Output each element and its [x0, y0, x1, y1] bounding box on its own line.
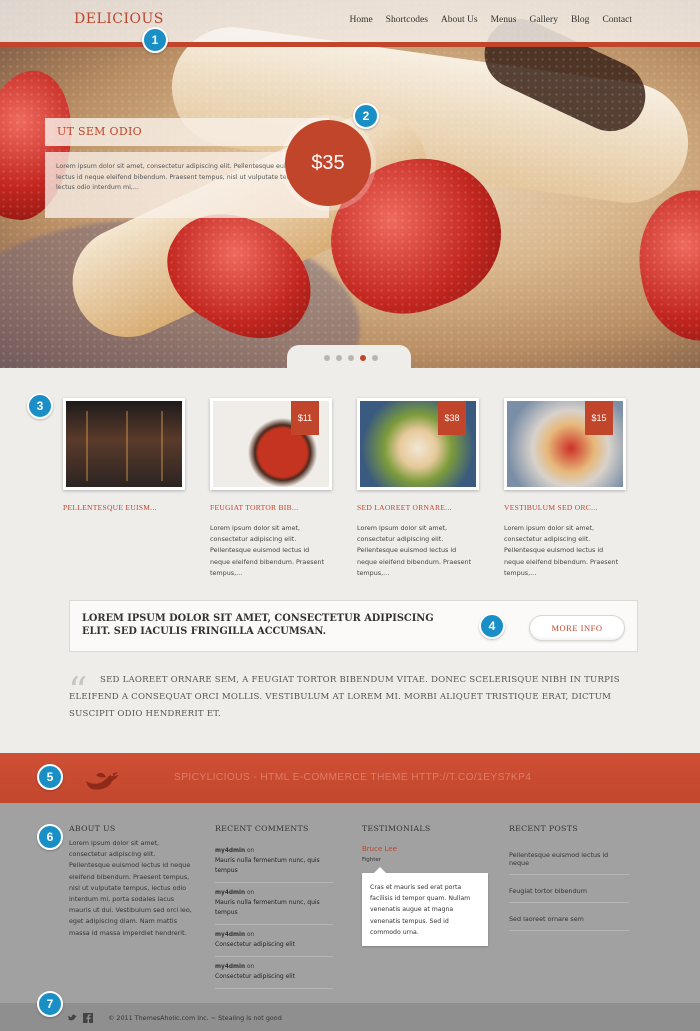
- image-detail: [161, 411, 163, 481]
- comment-item[interactable]: my4dmin on Consectetur adipiscing elit: [215, 925, 333, 957]
- image-detail: [86, 411, 88, 481]
- product-image[interactable]: [63, 398, 185, 490]
- comment-author: my4dmin on: [215, 848, 255, 854]
- twitter-icon[interactable]: [67, 1013, 77, 1023]
- comment-author: my4dmin on: [215, 964, 255, 970]
- quote-text: SED LAOREET ORNARE SEM, A FEUGIAT TORTOR…: [69, 675, 620, 719]
- product-grid: PELLENTESQUE EUISM... $11 FEUGIAT TORTOR…: [63, 398, 626, 579]
- comment-item[interactable]: my4dmin on Consectetur adipiscing elit: [215, 957, 333, 989]
- footer-testimonials: TESTIMONIALS Bruce Lee Fighter Cras et m…: [362, 824, 488, 947]
- marker-badge: 2: [353, 103, 379, 129]
- nav-home[interactable]: Home: [349, 15, 372, 25]
- marker-badge: 1: [142, 27, 168, 53]
- slider-dot[interactable]: [324, 355, 330, 361]
- cta-text: LOREM IPSUM DOLOR SIT AMET, CONSECTETUR …: [82, 613, 434, 637]
- testimonial-role: Fighter: [362, 857, 382, 863]
- header-divider: [0, 42, 700, 47]
- price-tag: $11: [291, 401, 319, 435]
- marker-badge: 7: [37, 991, 63, 1017]
- slider-pager: [324, 355, 378, 361]
- twitter-bar: SPICYLICIOUS - HTML E-COMMERCE THEME HTT…: [0, 753, 700, 803]
- comment-text[interactable]: Consectetur adipiscing elit: [215, 972, 333, 982]
- bottom-bar: [0, 1003, 700, 1031]
- product-description: Lorem ipsum dolor sit amet, consectetur …: [357, 524, 472, 577]
- product-image[interactable]: $15: [504, 398, 626, 490]
- slider-dot[interactable]: [348, 355, 354, 361]
- testimonial-author: Bruce Lee: [362, 845, 397, 853]
- testimonial-text: Cras et mauris sed erat porta facilisis …: [362, 866, 488, 947]
- latest-tweet[interactable]: SPICYLICIOUS - HTML E-COMMERCE THEME HTT…: [174, 772, 531, 783]
- slider-title[interactable]: UT SEM ODIO: [45, 118, 329, 146]
- comment-author: my4dmin on: [215, 890, 255, 896]
- comment-author: my4dmin on: [215, 932, 255, 938]
- footer-recent-comments: RECENT COMMENTS my4dmin on Mauris nulla …: [215, 824, 333, 989]
- copyright: © 2011 ThemesAholic.com Inc. ~ Stealing …: [108, 1014, 282, 1022]
- comment-item[interactable]: my4dmin on Mauris nulla fermentum nunc, …: [215, 883, 333, 925]
- comment-item[interactable]: my4dmin on Mauris nulla fermentum nunc, …: [215, 841, 333, 883]
- nav-shortcodes[interactable]: Shortcodes: [386, 15, 428, 25]
- product-card: $15 VESTIBULUM SED ORC... Lorem ipsum do…: [504, 398, 626, 579]
- slider-price-badge: $35: [285, 120, 371, 206]
- marker-badge: 6: [37, 824, 63, 850]
- product-image[interactable]: $38: [357, 398, 479, 490]
- more-info-button[interactable]: MORE INFO: [529, 615, 625, 641]
- image-detail: [126, 411, 128, 481]
- footer-recent-posts: RECENT POSTS Pellentesque euismod lectus…: [509, 824, 629, 931]
- footer-heading: TESTIMONIALS: [362, 824, 431, 833]
- main-nav: Home Shortcodes About Us Menus Gallery B…: [349, 15, 632, 25]
- nav-blog[interactable]: Blog: [571, 15, 589, 25]
- site-header: DELICIOUS Home Shortcodes About Us Menus…: [0, 0, 700, 42]
- nav-gallery[interactable]: Gallery: [529, 15, 558, 25]
- product-description: Lorem ipsum dolor sit amet, consectetur …: [210, 524, 325, 577]
- facebook-icon[interactable]: [83, 1013, 93, 1023]
- product-title[interactable]: VESTIBULUM SED ORC...: [504, 503, 624, 515]
- page: DELICIOUS Home Shortcodes About Us Menus…: [0, 0, 700, 1031]
- price-tag: $38: [438, 401, 466, 435]
- recent-post-link[interactable]: Feugiat tortor bibendum: [509, 881, 629, 903]
- slider-dot[interactable]: [336, 355, 342, 361]
- recent-post-link[interactable]: Pellentesque euismod lectus id neque: [509, 845, 629, 875]
- comment-text[interactable]: Mauris nulla fermentum nunc, quis tempus: [215, 898, 333, 918]
- about-text: Lorem ipsum dolor sit amet, consectetur …: [69, 839, 192, 937]
- product-card: PELLENTESQUE EUISM...: [63, 398, 185, 579]
- call-to-action: LOREM IPSUM DOLOR SIT AMET, CONSECTETUR …: [69, 600, 638, 652]
- footer-heading: RECENT POSTS: [509, 824, 578, 833]
- nav-contact[interactable]: Contact: [602, 15, 632, 25]
- price-tag: $15: [585, 401, 613, 435]
- slider-dot[interactable]: [372, 355, 378, 361]
- product-image[interactable]: $11: [210, 398, 332, 490]
- product-card: $11 FEUGIAT TORTOR BIB... Lorem ipsum do…: [210, 398, 332, 579]
- product-title[interactable]: SED LAOREET ORNARE...: [357, 503, 477, 515]
- footer-heading: RECENT COMMENTS: [215, 824, 309, 833]
- nav-about-us[interactable]: About Us: [441, 15, 478, 25]
- comment-text[interactable]: Consectetur adipiscing elit: [215, 940, 333, 950]
- product-title[interactable]: FEUGIAT TORTOR BIB...: [210, 503, 330, 515]
- comment-text[interactable]: Mauris nulla fermentum nunc, quis tempus: [215, 856, 333, 876]
- recent-post-link[interactable]: Sed laoreet ornare sem: [509, 909, 629, 931]
- product-title[interactable]: PELLENTESQUE EUISM...: [63, 503, 183, 515]
- marker-badge: 5: [37, 764, 63, 790]
- site-logo[interactable]: DELICIOUS: [74, 11, 164, 27]
- footer-about: ABOUT US Lorem ipsum dolor sit amet, con…: [69, 824, 197, 939]
- footer-heading: ABOUT US: [69, 824, 116, 833]
- twitter-bird-icon[interactable]: [84, 767, 120, 791]
- nav-menus[interactable]: Menus: [491, 15, 517, 25]
- product-description: Lorem ipsum dolor sit amet, consectetur …: [504, 524, 619, 577]
- slider-dot-active[interactable]: [360, 355, 366, 361]
- marker-badge: 3: [27, 393, 53, 419]
- marker-badge: 4: [479, 613, 505, 639]
- product-card: $38 SED LAOREET ORNARE... Lorem ipsum do…: [357, 398, 479, 579]
